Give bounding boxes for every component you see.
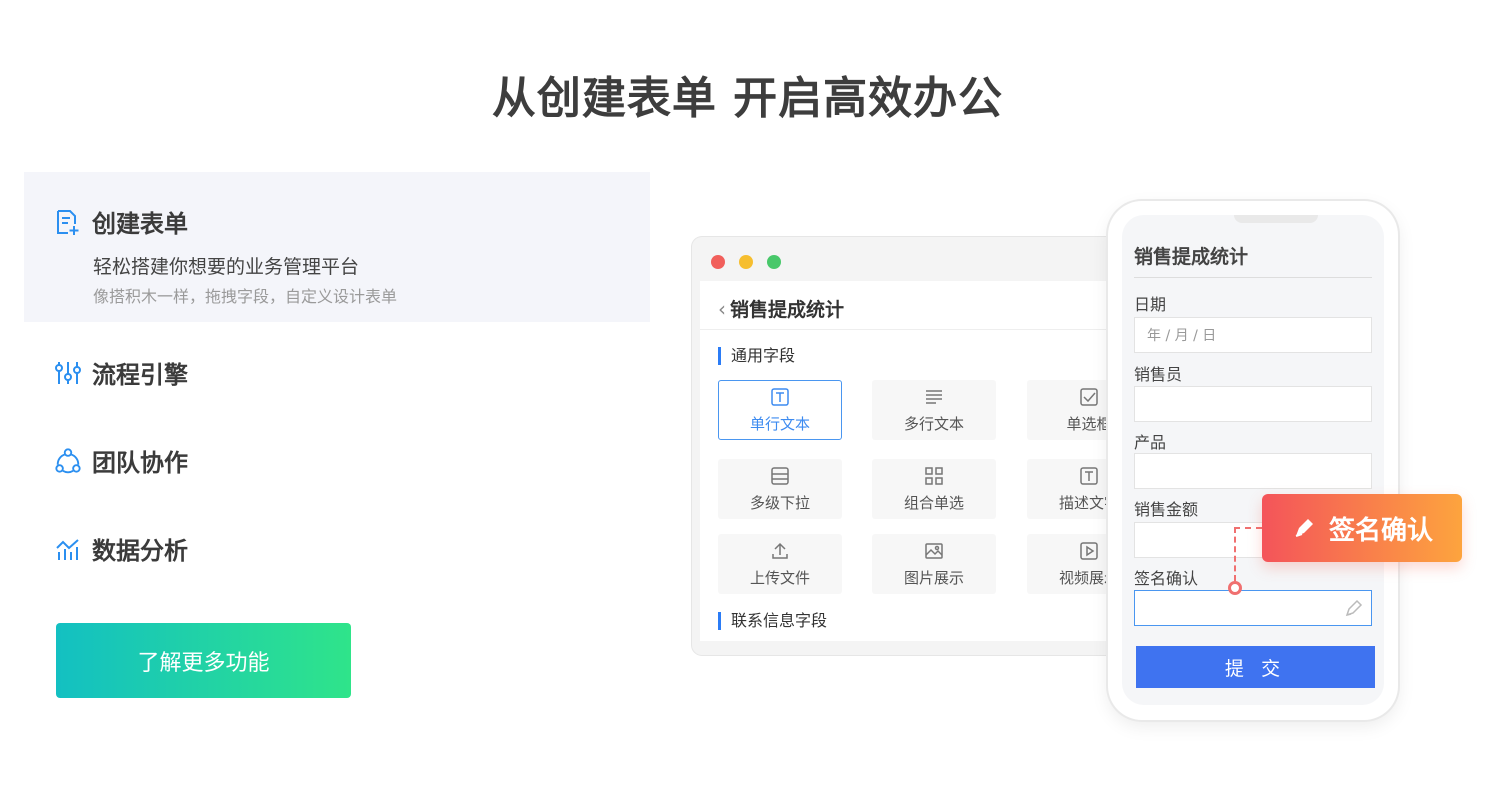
back-chevron-icon[interactable]: ‹ xyxy=(718,297,726,321)
field-label: 单选框 xyxy=(1066,414,1112,433)
field-label: 上传文件 xyxy=(749,568,810,587)
feature-team-collab[interactable]: 团队协作 xyxy=(54,443,188,478)
field-label: 图片展示 xyxy=(903,568,964,587)
feature-subtext: 像搭积木一样，拖拽字段，自定义设计表单 xyxy=(93,287,398,306)
feature-title: 创建表单 xyxy=(92,210,188,238)
field-label: 多行文本 xyxy=(903,414,964,433)
dropdown-icon xyxy=(771,466,789,485)
field-label: 组合单选 xyxy=(903,493,964,512)
video-icon xyxy=(1080,541,1098,560)
phone-notch xyxy=(1234,215,1318,223)
feature-title: 流程引擎 xyxy=(92,361,188,389)
feature-title: 数据分析 xyxy=(92,537,188,565)
callout-connector-line xyxy=(1234,527,1236,581)
field-image-display[interactable]: 图片展示 xyxy=(872,534,996,594)
form-builder-window: ‹ 销售提成统计 通用字段 单行文本 多行文本 单选框 多级下拉 组合单选 描述… xyxy=(692,237,1132,655)
window-header: ‹ 销售提成统计 xyxy=(718,295,844,322)
feature-description: 轻松搭建你想要的业务管理平台 xyxy=(93,256,360,278)
callout-connector-line xyxy=(1234,527,1262,529)
field-combo-radio[interactable]: 组合单选 xyxy=(872,459,996,519)
feature-create-form[interactable]: 创建表单 xyxy=(54,204,188,239)
amount-label: 销售金额 xyxy=(1134,500,1199,519)
window-minimize-dot[interactable] xyxy=(739,255,753,269)
salesperson-label: 销售员 xyxy=(1134,365,1183,384)
learn-more-button[interactable]: 了解更多功能 xyxy=(56,623,351,698)
signature-label: 签名确认 xyxy=(1134,569,1199,588)
checkbox-icon xyxy=(1080,387,1098,406)
phone-form-title: 销售提成统计 xyxy=(1134,246,1249,268)
multiline-text-icon xyxy=(926,389,942,404)
section-common-fields: 通用字段 xyxy=(718,347,795,365)
pen-icon xyxy=(1295,519,1313,537)
window-close-dot[interactable] xyxy=(711,255,725,269)
feature-data-analysis[interactable]: 数据分析 xyxy=(54,531,188,566)
window-maximize-dot[interactable] xyxy=(767,255,781,269)
field-label: 单行文本 xyxy=(749,414,810,433)
team-network-icon xyxy=(54,447,82,475)
description-icon xyxy=(1080,466,1098,485)
page-title: 从创建表单 开启高效办公 xyxy=(491,73,1004,124)
grid-icon xyxy=(925,466,943,485)
date-field[interactable]: 年 / 月 / 日 xyxy=(1134,317,1372,353)
salesperson-field[interactable] xyxy=(1134,386,1372,422)
image-icon xyxy=(925,542,943,559)
text-field-icon xyxy=(771,387,789,406)
phone-mockup: 销售提成统计 日期 年 / 月 / 日 销售员 产品 销售金额 签名确认 提 交 xyxy=(1108,201,1398,720)
field-label: 多级下拉 xyxy=(749,493,810,512)
field-multi-line-text[interactable]: 多行文本 xyxy=(872,380,996,440)
callout-anchor-dot xyxy=(1228,581,1242,595)
product-label: 产品 xyxy=(1134,433,1167,452)
form-add-icon xyxy=(54,208,82,236)
divider xyxy=(700,329,1132,330)
field-single-line-text[interactable]: 单行文本 xyxy=(718,380,842,440)
field-file-upload[interactable]: 上传文件 xyxy=(718,534,842,594)
submit-button[interactable]: 提 交 xyxy=(1136,646,1375,688)
upload-icon xyxy=(772,542,788,559)
callout-label: 签名确认 xyxy=(1328,515,1433,546)
feature-workflow-engine[interactable]: 流程引擎 xyxy=(54,355,188,390)
divider xyxy=(1134,277,1372,278)
chart-line-icon xyxy=(54,535,82,563)
signature-confirm-callout: 签名确认 xyxy=(1262,494,1462,562)
phone-screen: 销售提成统计 日期 年 / 月 / 日 销售员 产品 销售金额 签名确认 提 交 xyxy=(1122,215,1384,705)
date-placeholder: 年 / 月 / 日 xyxy=(1147,328,1217,344)
field-cascade-dropdown[interactable]: 多级下拉 xyxy=(718,459,842,519)
section-contact-fields: 联系信息字段 xyxy=(718,612,827,630)
signature-field[interactable] xyxy=(1134,590,1372,626)
sliders-icon xyxy=(54,359,82,387)
window-title: 销售提成统计 xyxy=(730,299,845,321)
product-field[interactable] xyxy=(1134,453,1372,489)
date-label: 日期 xyxy=(1134,295,1167,314)
feature-title: 团队协作 xyxy=(92,449,188,477)
pen-icon xyxy=(1345,599,1363,617)
